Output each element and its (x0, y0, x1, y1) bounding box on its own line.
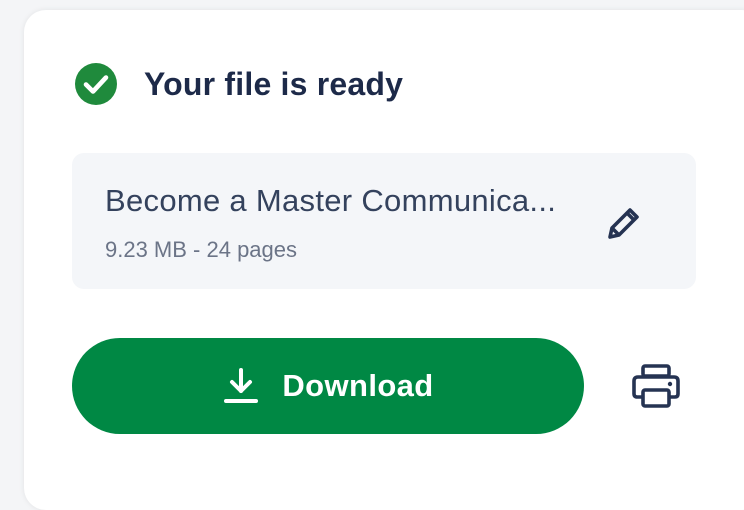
printer-icon (632, 364, 680, 408)
status-row: Your file is ready (75, 63, 403, 105)
check-circle-icon (75, 63, 117, 105)
file-info-box: Become a Master Communica... 9.23 MB - 2… (72, 153, 696, 289)
file-ready-card: Your file is ready Become a Master Commu… (24, 10, 744, 510)
status-heading: Your file is ready (144, 65, 404, 102)
pencil-icon (608, 208, 639, 239)
print-button[interactable] (630, 363, 682, 409)
download-label: Download (282, 368, 434, 403)
download-icon (224, 368, 259, 403)
download-button[interactable]: Download (72, 338, 584, 434)
file-meta: 9.23 MB - 24 pages (105, 237, 298, 262)
file-name: Become a Master Communica... (105, 183, 557, 218)
rename-file-button[interactable] (602, 201, 646, 245)
